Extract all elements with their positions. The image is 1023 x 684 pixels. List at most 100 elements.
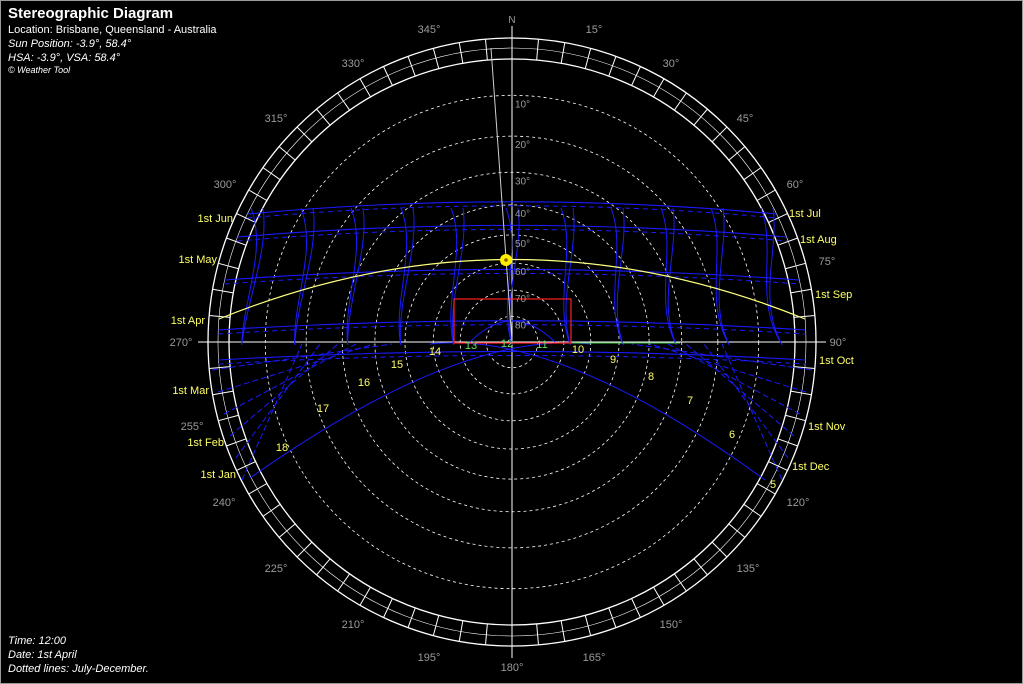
altitude-label: 40° [515,209,530,220]
ring-tick [407,56,416,77]
altitude-label: 70° [515,294,530,305]
hour-label: 6 [729,429,735,441]
hour-label: 8 [648,371,654,383]
sun-vector-line [490,47,513,343]
altitude-label: 20° [515,140,530,151]
azimuth-label: 255° [181,421,204,433]
ring-tick [226,237,247,246]
azimuth-label: 270° [170,337,193,349]
azimuth-label: 345° [418,24,441,36]
ring-tick [316,108,331,126]
azimuth-label: 180° [501,662,524,674]
month-label-left: 1st Apr [171,315,206,327]
month-label-left: 1st Jan [201,469,236,481]
ring-tick [777,237,798,246]
azimuth-label: 165° [583,652,606,664]
date-text: Date: 1st April [8,649,77,661]
hour-label: 16 [358,377,370,389]
azimuth-label: 150° [660,619,683,631]
ring-tick [262,167,281,181]
ring-tick [248,189,268,201]
hour-label: 12 [501,338,513,350]
sun-marker-core [504,258,508,262]
ring-tick [536,39,539,61]
azimuth-label: 15° [586,24,603,36]
ring-tick [278,146,296,161]
ring-tick [236,213,256,223]
lower-hour-line-right [631,343,813,371]
azimuth-label: 135° [737,563,760,575]
ring-tick [631,66,641,86]
altitude-label: 50° [515,239,530,250]
ring-tick [693,558,708,576]
ring-tick [407,607,416,628]
sun-position-text: Sun Position: -3.9°, 58.4° [8,38,132,50]
month-label-right: 1st Oct [819,355,854,367]
azimuth-label: 30° [663,58,680,70]
lower-hour-line-left [223,343,357,415]
lower-hour-line-left [217,343,375,393]
ring-tick [296,126,313,143]
ring-tick [485,623,488,645]
ring-tick [278,523,296,538]
ring-tick [383,598,393,618]
ring-tick [673,92,687,111]
altitude-label: 30° [515,176,530,187]
azimuth-label: 315° [265,113,288,125]
diagram-footer: Time: 12:00 Date: 1st April Dotted lines… [8,634,149,676]
hour-label: 15 [391,359,403,371]
diagram-title: Stereographic Diagram [8,5,174,22]
month-label-right: 1st Dec [792,461,830,473]
month-label-left: 1st Feb [187,437,224,449]
hour-loop [710,207,730,346]
ring-tick [209,366,231,369]
month-label-left: 1st May [178,254,217,266]
lower-hour-line-left [229,343,339,437]
hour-loop [294,207,315,346]
location-text: Location: Brisbane, Queensland - Austral… [8,24,217,36]
hour-label: 9 [610,354,616,366]
lower-hour-line-left [211,343,393,371]
ring-tick [711,126,728,143]
hour-label: 10 [572,344,584,356]
azimuth-label: 225° [265,563,288,575]
ring-tick [262,503,281,517]
altitude-label: 10° [515,99,530,110]
ring-tick [673,573,687,592]
ring-tick [777,438,798,447]
altitude-label: 60° [515,267,530,278]
copyright-text: © Weather Tool [8,65,71,75]
azimuth-label: 90° [830,337,847,349]
ring-tick [359,586,371,606]
ring-tick [608,56,617,77]
azimuth-label: 60° [787,179,804,191]
ring-tick [359,78,371,98]
hour-label: 14 [429,346,441,358]
hour-loop [398,207,415,346]
diagram-header: Stereographic Diagram Location: Brisbane… [8,5,217,76]
month-label-left: 1st Mar [172,385,209,397]
ring-tick [296,541,313,558]
hour-label: 7 [687,395,693,407]
afternoon-curve [249,342,591,479]
hour-loop [560,207,575,346]
ring-tick [728,146,746,161]
altitude-label: 80° [515,320,530,331]
month-label-right: 1st Sep [815,289,852,301]
month-label-right: 1st Jul [789,208,821,220]
azimuth-label: 330° [342,58,365,70]
time-text: Time: 12:00 [8,635,66,647]
lower-hour-line-right [649,343,807,393]
hour-label: 13 [465,340,477,352]
hsa-vsa-text: HSA: -3.9°, VSA: 58.4° [8,52,121,64]
ring-tick [316,558,331,576]
ring-tick [536,623,539,645]
azimuth-label: 45° [737,113,754,125]
azimuth-label: 210° [342,619,365,631]
ring-tick [653,78,665,98]
azimuth-label: 240° [213,497,236,509]
ring-tick [631,598,641,618]
azimuth-label: 120° [787,497,810,509]
ring-tick [743,503,762,517]
azimuth-label: 195° [418,652,441,664]
